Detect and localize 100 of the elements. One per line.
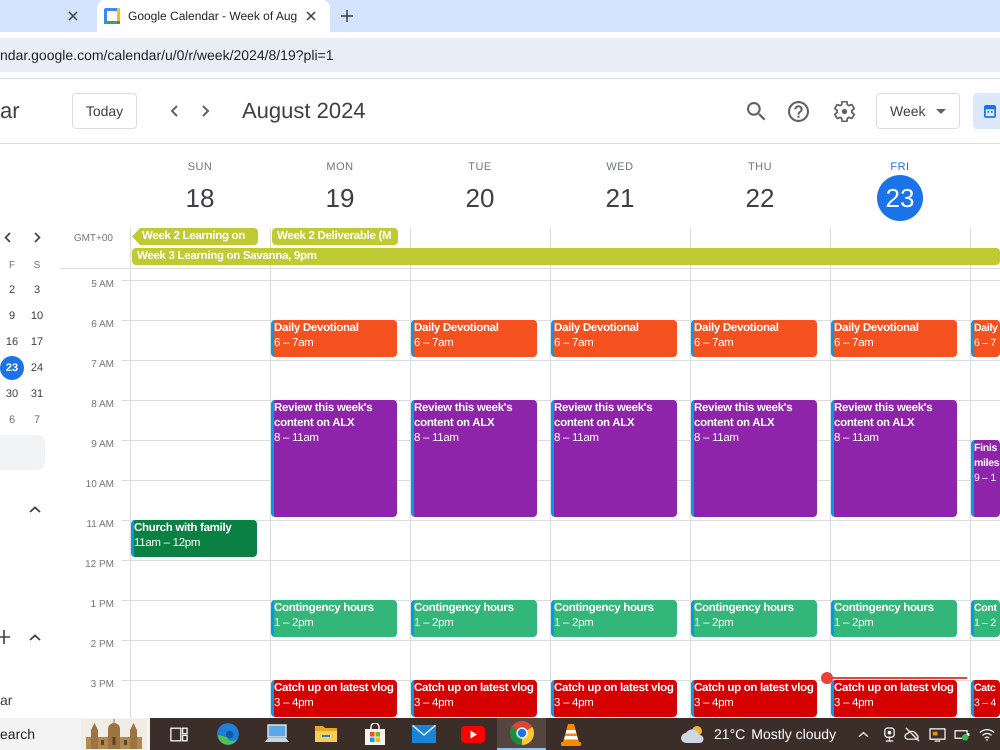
chevron-left-icon[interactable] bbox=[170, 105, 178, 117]
cloud-icon bbox=[680, 725, 706, 743]
date-button[interactable]: 21 bbox=[597, 175, 643, 221]
chevron-up-icon[interactable] bbox=[29, 506, 41, 513]
calendar-icon bbox=[104, 8, 120, 24]
date-button[interactable]: 23 bbox=[877, 175, 923, 221]
event-block[interactable]: Review this week's content on ALX 8 – 11am bbox=[551, 400, 677, 517]
weekday-letter: F bbox=[8, 260, 16, 270]
mini-calendar-day[interactable]: 7 bbox=[25, 408, 49, 432]
event-block[interactable]: Catch up on latest vlog 3 – 4pm bbox=[411, 680, 537, 717]
app-name: ar bbox=[0, 98, 20, 123]
weekday-letter: S bbox=[34, 260, 40, 270]
hour-label: 7 AM bbox=[91, 359, 114, 371]
hour-label: 5 AM bbox=[91, 279, 114, 291]
hour-label: 9 AM bbox=[91, 439, 114, 451]
weekday-label: FRI bbox=[890, 161, 910, 174]
hour-label: 3 PM bbox=[90, 679, 114, 691]
close-icon[interactable] bbox=[68, 11, 78, 21]
weekday-label: TUE bbox=[468, 161, 492, 174]
help-icon[interactable] bbox=[788, 100, 808, 122]
mini-calendar-day[interactable]: 30 bbox=[0, 382, 24, 406]
date-button[interactable]: 22 bbox=[737, 175, 783, 221]
battery-icon[interactable] bbox=[954, 728, 972, 740]
temperature-text: 21°C bbox=[714, 726, 746, 742]
event-block[interactable]: Finis miles 9 – 1 bbox=[971, 440, 1000, 517]
mini-calendar-day[interactable]: 17 bbox=[25, 330, 49, 354]
weather-condition: Mostly cloudy bbox=[751, 726, 836, 742]
new-tab-icon[interactable] bbox=[341, 10, 353, 22]
cloud-off-icon[interactable] bbox=[904, 726, 922, 742]
mini-calendar-day[interactable]: 9 bbox=[0, 304, 24, 328]
webcam-icon[interactable] bbox=[883, 726, 896, 742]
today-button[interactable]: Today bbox=[72, 93, 137, 129]
youtube-icon[interactable] bbox=[460, 726, 484, 742]
event-block[interactable]: Daily Devotional 6 – 7am bbox=[831, 320, 957, 357]
wifi-icon[interactable] bbox=[979, 728, 996, 740]
hour-label: 12 PM bbox=[85, 559, 114, 571]
event-block[interactable]: Daily Devotional 6 – 7am bbox=[411, 320, 537, 357]
event-block[interactable]: Review this week's content on ALX 8 – 11am bbox=[271, 400, 397, 517]
caret-down-icon bbox=[936, 108, 946, 114]
event-block[interactable]: Review this week's content on ALX 8 – 11am bbox=[411, 400, 537, 517]
event-block[interactable]: Catch up on latest vlog 3 – 4pm bbox=[271, 680, 397, 717]
calendar-view-button[interactable] bbox=[973, 93, 1000, 129]
event-block[interactable]: Catch up on latest vlog 3 – 4pm bbox=[551, 680, 677, 717]
event-block[interactable]: Catc 3 – 4 bbox=[971, 680, 1000, 717]
weekday-label: SUN bbox=[188, 161, 212, 174]
address-bar[interactable]: ndar.google.com/calendar/u/0/r/week/2024/8/19?pli=1 bbox=[0, 38, 1000, 72]
mini-calendar-day[interactable]: 16 bbox=[0, 330, 24, 354]
taskbar-button[interactable] bbox=[497, 718, 546, 750]
mini-calendar-day[interactable]: 31 bbox=[25, 382, 49, 406]
chrome-icon[interactable] bbox=[510, 721, 534, 745]
event-block[interactable]: Review this week's content on ALX 8 – 11am bbox=[831, 400, 957, 517]
display-icon[interactable] bbox=[929, 726, 946, 742]
weekday-label: MON bbox=[326, 161, 354, 174]
shopping-bag-icon[interactable] bbox=[364, 723, 386, 745]
date-button[interactable]: 19 bbox=[317, 175, 363, 221]
event-block[interactable]: Daily Devotional 6 – 7am bbox=[551, 320, 677, 357]
hour-label: 1 PM bbox=[90, 599, 114, 611]
calendar-icon bbox=[984, 104, 996, 118]
hour-label: 8 AM bbox=[91, 399, 114, 411]
view-dropdown[interactable]: Week bbox=[876, 93, 960, 129]
mini-calendar-day[interactable]: 10 bbox=[25, 304, 49, 328]
event-block[interactable]: Catch up on latest vlog 3 – 4pm bbox=[691, 680, 817, 717]
mini-calendar-day[interactable]: 6 bbox=[0, 408, 24, 432]
period-title: August 2024 bbox=[242, 98, 366, 124]
folder-icon[interactable] bbox=[314, 724, 338, 744]
section-label: ar bbox=[0, 692, 12, 708]
mini-calendar-day[interactable]: 2 bbox=[0, 278, 24, 302]
chevron-right-icon[interactable] bbox=[202, 105, 210, 117]
mini-calendar-day[interactable]: 24 bbox=[25, 356, 49, 380]
close-icon[interactable] bbox=[306, 11, 316, 21]
settings-icon[interactable] bbox=[834, 100, 854, 122]
chevron-up-icon[interactable] bbox=[29, 634, 41, 640]
plus-icon[interactable] bbox=[0, 630, 10, 644]
date-button[interactable]: 18 bbox=[177, 175, 223, 221]
hour-label: 2 PM bbox=[90, 639, 114, 651]
event-block[interactable]: Church with family 11am – 12pm bbox=[131, 520, 257, 557]
date-button[interactable]: 20 bbox=[457, 175, 503, 221]
event-block[interactable]: Daily 6 – 7 bbox=[971, 320, 1000, 357]
weekday-label: WED bbox=[606, 161, 634, 174]
search-box[interactable]: earch bbox=[0, 718, 150, 750]
chevron-left-icon[interactable] bbox=[4, 232, 11, 242]
search-icon[interactable] bbox=[746, 102, 766, 120]
event-block[interactable]: Daily Devotional 6 – 7am bbox=[691, 320, 817, 357]
mini-calendar-day[interactable]: 3 bbox=[25, 278, 49, 302]
mail-icon[interactable] bbox=[412, 725, 436, 743]
task-view-icon[interactable] bbox=[170, 726, 188, 742]
building-icon bbox=[81, 719, 147, 749]
hour-label: 6 AM bbox=[91, 319, 114, 331]
traffic-cone-icon[interactable] bbox=[560, 722, 580, 746]
hour-label: 10 AM bbox=[86, 479, 114, 491]
weekday-label: THU bbox=[748, 161, 772, 174]
event-block[interactable]: Daily Devotional 6 – 7am bbox=[271, 320, 397, 357]
laptop-icon[interactable] bbox=[264, 724, 288, 744]
chevron-right-icon[interactable] bbox=[34, 232, 41, 242]
browser-tab[interactable]: Google Calendar - Week of Aug bbox=[97, 0, 330, 32]
timezone-label: GMT+00 bbox=[74, 232, 114, 244]
event-block[interactable]: Catch up on latest vlog 3 – 4pm bbox=[831, 680, 957, 717]
edge-icon[interactable] bbox=[216, 722, 240, 746]
mini-calendar-day[interactable]: 23 bbox=[0, 356, 24, 380]
event-block[interactable]: Review this week's content on ALX 8 – 11am bbox=[691, 400, 817, 517]
